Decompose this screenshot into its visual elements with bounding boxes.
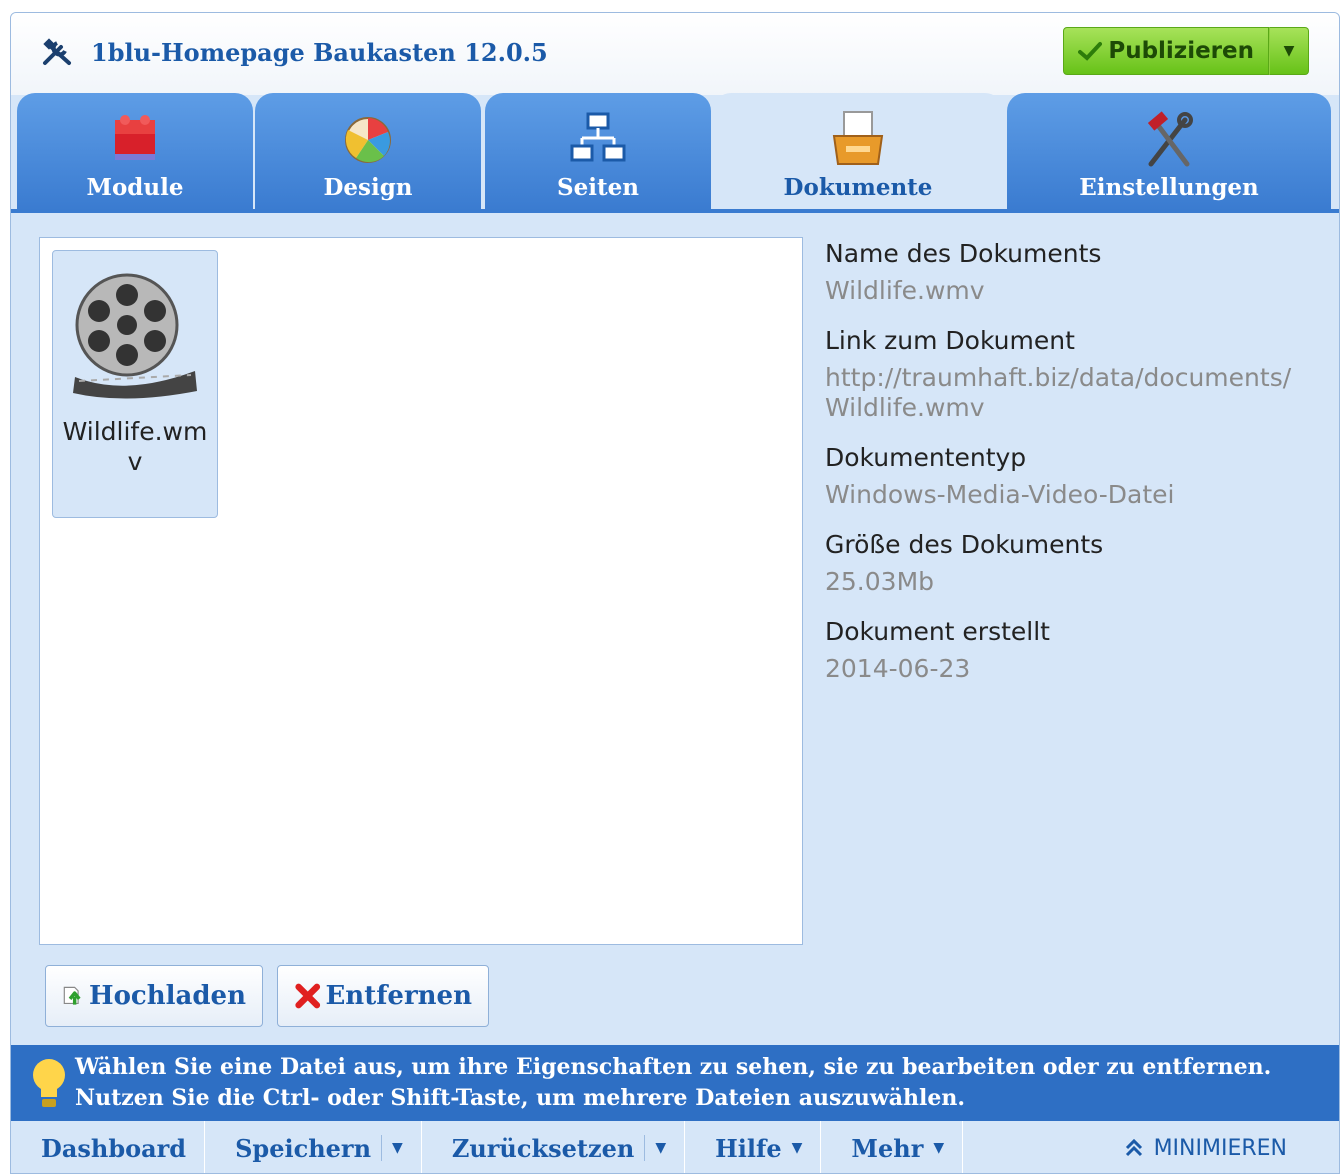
name-label: Name des Dokuments <box>825 239 1102 268</box>
remove-button[interactable]: Entfernen <box>277 965 489 1027</box>
separator <box>644 1135 646 1161</box>
tab-dokumente-label: Dokumente <box>783 174 933 201</box>
app-title: 1blu-Homepage Baukasten 12.0.5 <box>41 37 548 67</box>
info-line-2: Nutzen Sie die Ctrl- oder Shift-Taste, u… <box>75 1085 966 1111</box>
more-menu[interactable]: Mehr ▼ <box>821 1121 964 1173</box>
reset-button[interactable]: Zurücksetzen ▼ <box>422 1121 686 1173</box>
reset-label: Zurücksetzen <box>451 1133 635 1163</box>
hammer-wrench-icon <box>1147 111 1193 167</box>
info-line-1: Wählen Sie eine Datei aus, um ihre Eigen… <box>75 1054 1272 1080</box>
dashboard-button[interactable]: Dashboard <box>11 1121 206 1173</box>
save-label: Speichern <box>235 1133 372 1163</box>
minimize-button[interactable]: MINIMIEREN <box>1124 1121 1287 1173</box>
size-label: Größe des Dokuments <box>825 530 1104 559</box>
tab-bar: Module Design Seiten Dokumente Einstellu… <box>11 93 1339 211</box>
name-value: Wildlife.wmv <box>825 276 985 305</box>
more-label: Mehr <box>851 1133 924 1163</box>
tab-divider <box>11 209 1339 213</box>
document-box-icon <box>832 111 884 165</box>
film-reel-icon <box>73 273 197 399</box>
caret-down-icon[interactable]: ▼ <box>655 1140 666 1156</box>
app-title-text: 1blu-Homepage Baukasten 12.0.5 <box>91 37 548 67</box>
created-value: 2014-06-23 <box>825 654 971 683</box>
link-value[interactable]: http://traumhaft.biz/data/documents/ Wil… <box>825 363 1325 423</box>
help-label: Hilfe <box>715 1133 782 1163</box>
type-label: Dokumententyp <box>825 443 1027 472</box>
size-value: 25.03Mb <box>825 567 935 596</box>
tab-design[interactable]: Design <box>255 93 481 211</box>
info-text: Wählen Sie eine Datei aus, um ihre Eigen… <box>75 1052 1271 1114</box>
link-value-line1: http://traumhaft.biz/data/documents/ <box>825 363 1292 392</box>
tab-seiten-label: Seiten <box>557 174 639 201</box>
upload-button[interactable]: Hochladen <box>45 965 263 1027</box>
publish-label: Publizieren <box>1108 38 1254 64</box>
tab-module[interactable]: Module <box>17 93 253 211</box>
upload-label: Hochladen <box>89 981 246 1011</box>
caret-down-icon: ▼ <box>791 1140 803 1156</box>
separator <box>381 1135 383 1161</box>
tools-icon <box>43 38 71 65</box>
checkmark-icon <box>1078 42 1103 61</box>
file-list-panel: Wildlife.wmv <box>39 237 803 945</box>
publish-button[interactable]: Publizieren <box>1063 27 1269 75</box>
save-button[interactable]: Speichern ▼ <box>205 1121 422 1173</box>
title-bar: 1blu-Homepage Baukasten 12.0.5 Publizier… <box>11 13 1339 95</box>
file-item[interactable]: Wildlife.wmv <box>52 250 218 518</box>
upload-icon <box>63 986 81 1005</box>
dashboard-label: Dashboard <box>41 1133 187 1163</box>
created-label: Dokument erstellt <box>825 617 1050 646</box>
help-menu[interactable]: Hilfe ▼ <box>685 1121 822 1173</box>
file-name: Wildlife.wmv <box>62 417 208 476</box>
color-palette-icon <box>345 117 391 163</box>
type-value: Windows-Media-Video-Datei <box>825 480 1175 509</box>
caret-down-icon: ▼ <box>933 1140 945 1156</box>
red-x-icon <box>295 983 321 1009</box>
info-bar: Wählen Sie eine Datei aus, um ihre Eigen… <box>11 1045 1339 1121</box>
tab-seiten[interactable]: Seiten <box>485 93 711 211</box>
link-label: Link zum Dokument <box>825 326 1075 355</box>
tab-module-label: Module <box>86 174 184 201</box>
lightbulb-icon <box>33 1059 65 1107</box>
minimize-label: MINIMIEREN <box>1153 1135 1287 1161</box>
document-properties: Name des Dokuments Wildlife.wmv Link zum… <box>825 235 1325 704</box>
tab-dokumente[interactable]: Dokumente <box>713 93 1003 211</box>
tab-einstellungen-label: Einstellungen <box>1079 174 1259 201</box>
module-bricks-icon <box>115 115 155 160</box>
remove-label: Entfernen <box>325 981 472 1011</box>
caret-down-icon[interactable]: ▼ <box>392 1140 403 1156</box>
caret-down-icon: ▼ <box>1283 43 1295 59</box>
tab-einstellungen[interactable]: Einstellungen <box>1007 93 1331 211</box>
sitemap-icon <box>570 112 626 162</box>
bottom-toolbar: Dashboard Speichern ▼ Zurücksetzen ▼ Hil… <box>11 1121 1339 1173</box>
link-value-line2: Wildlife.wmv <box>825 393 985 422</box>
app-window: 1blu-Homepage Baukasten 12.0.5 Publizier… <box>10 12 1340 1174</box>
tab-design-label: Design <box>323 174 413 201</box>
publish-group: Publizieren ▼ <box>1063 27 1309 77</box>
publish-dropdown-button[interactable]: ▼ <box>1269 27 1309 75</box>
double-chevron-up-icon <box>1125 1138 1142 1157</box>
